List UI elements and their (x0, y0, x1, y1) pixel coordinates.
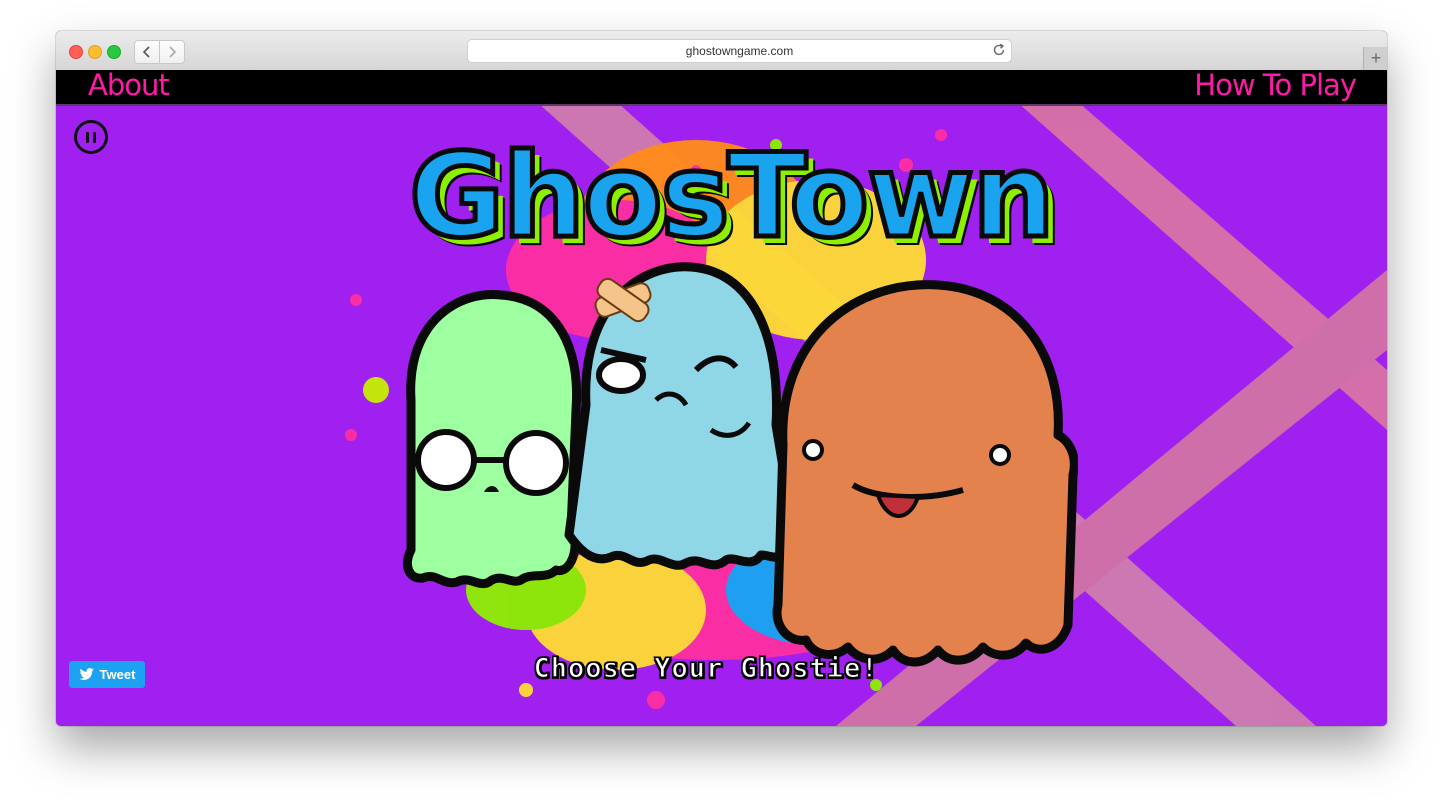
browser-window: ghostowngame.com + GhosTown About How To… (56, 31, 1387, 726)
game-title: GhosTown (407, 129, 1058, 264)
tweet-label: Tweet (99, 667, 136, 682)
back-button[interactable] (134, 40, 160, 64)
choose-ghostie-prompt: Choose Your Ghostie! (533, 652, 879, 684)
pause-button[interactable] (74, 120, 108, 154)
tweet-button[interactable]: Tweet (69, 661, 145, 688)
close-window-button[interactable] (69, 45, 83, 59)
orange-ghost[interactable] (768, 275, 1078, 675)
pause-icon-bar (93, 131, 96, 143)
forward-button[interactable] (159, 40, 185, 64)
chevron-left-icon (142, 46, 150, 58)
minimize-window-button[interactable] (88, 45, 102, 59)
zoom-window-button[interactable] (107, 45, 121, 59)
top-navigation-bar: About How To Play (56, 70, 1387, 106)
how-to-play-link[interactable]: How To Play (1194, 70, 1357, 102)
chevron-right-icon (169, 46, 177, 58)
address-bar[interactable]: ghostowngame.com (467, 39, 1012, 63)
twitter-bird-icon (78, 668, 94, 680)
game-logo: GhosTown (396, 129, 1066, 264)
about-link[interactable]: About (88, 70, 170, 102)
address-bar-url: ghostowngame.com (685, 44, 794, 58)
browser-titlebar: ghostowngame.com + (56, 31, 1387, 71)
new-tab-button[interactable]: + (1363, 47, 1387, 70)
pause-icon (86, 131, 89, 143)
game-stage: GhosTown About How To Play Choose Your G… (56, 70, 1387, 726)
reload-icon[interactable] (992, 43, 1006, 57)
blue-ghost[interactable] (561, 255, 801, 585)
